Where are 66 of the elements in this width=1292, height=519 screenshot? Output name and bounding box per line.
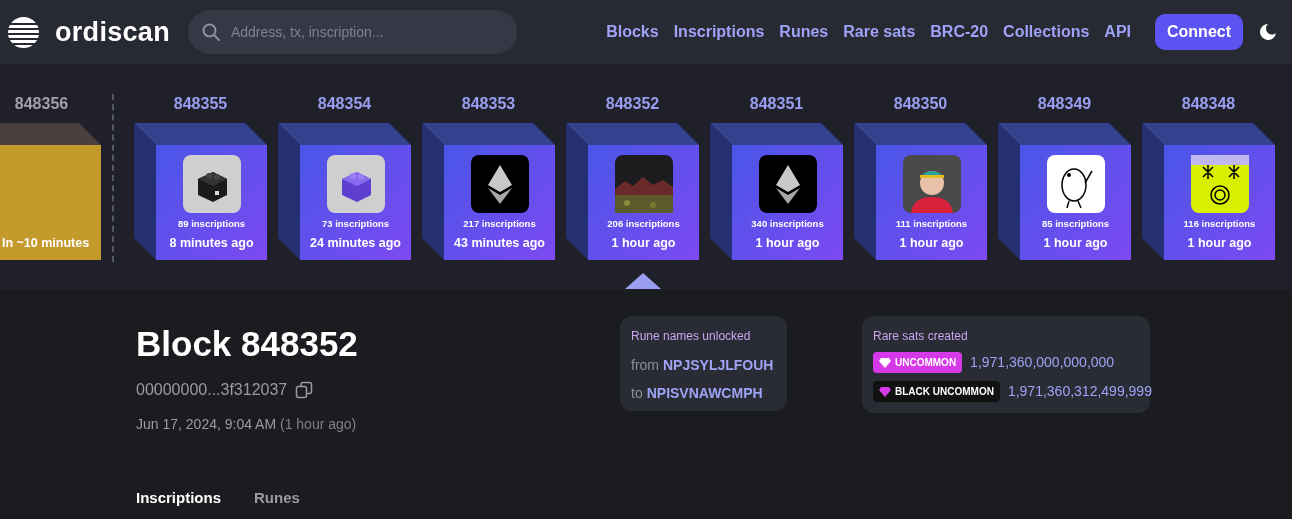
inscription-count: 89 inscriptions [176, 218, 247, 230]
inscription-count: 116 inscriptions [1182, 218, 1257, 230]
inscription-count: 85 inscriptions [1040, 218, 1111, 230]
block-face[interactable]: 116 inscriptions 1 hour ago [1164, 145, 1275, 260]
block-title: Block 848352 [136, 324, 359, 364]
sat-amount: 1,971,360,312,499,999 [1007, 382, 1152, 401]
inscription-count: 73 inscriptions [320, 218, 391, 230]
block-face[interactable]: 206 inscriptions 1 hour ago [588, 145, 699, 260]
rune-name-link[interactable]: NPJSYLJLFOUH [663, 355, 774, 376]
card-title: Rare sats created [873, 328, 969, 345]
block-time: 1 hour ago [1042, 236, 1109, 251]
block-number[interactable]: 848348 [1142, 94, 1275, 114]
copy-icon[interactable] [295, 381, 314, 399]
block-number[interactable]: 848351 [710, 94, 843, 114]
diamond-icon [879, 386, 891, 397]
nav-link[interactable]: Blocks [606, 20, 659, 44]
block-face[interactable]: 85 inscriptions 1 hour ago [1020, 145, 1131, 260]
logo-text[interactable]: ordiscan [55, 11, 170, 53]
block-face[interactable]: 340 inscriptions 1 hour ago [732, 145, 843, 260]
search-field[interactable]: Address, tx, inscription... [187, 10, 517, 54]
nav-link[interactable]: Inscriptions [673, 20, 765, 44]
rarity-badge: UNCOMMON [873, 352, 963, 373]
block-face[interactable]: 73 inscriptions 24 minutes ago [300, 145, 411, 260]
block-number[interactable]: 848350 [854, 94, 987, 114]
block-time: In ~10 minutes [0, 236, 91, 251]
block-number[interactable]: 848356 [0, 94, 101, 114]
block-number[interactable]: 848355 [134, 94, 267, 114]
block-number[interactable]: 848352 [566, 94, 699, 114]
block-number[interactable]: 848353 [422, 94, 555, 114]
block-face[interactable]: 111 inscriptions 1 hour ago [876, 145, 987, 260]
inscription-count: 206 inscriptions [606, 218, 681, 230]
block-time: 1 hour ago [898, 236, 965, 251]
inscription-count: 217 inscriptions [462, 218, 537, 230]
rune-label: from [631, 356, 659, 375]
block-time: 24 minutes ago [309, 236, 402, 251]
block-time: 8 minutes ago [168, 236, 255, 251]
block-time: 43 minutes ago [453, 236, 546, 251]
selected-pointer [625, 273, 661, 289]
tab[interactable]: Runes [254, 487, 300, 519]
inscription-count: 340 inscriptions [750, 218, 825, 230]
rarity-badge: BLACK UNCOMMON [873, 381, 1000, 402]
block-hash: 00000000...3f312037 [136, 380, 288, 400]
tab[interactable]: Inscriptions [136, 487, 221, 519]
rune-label: to [631, 384, 643, 403]
search-icon [201, 23, 220, 41]
block-number[interactable]: 848349 [998, 94, 1131, 114]
nav-link[interactable]: Collections [1003, 20, 1090, 44]
block-time: 1 hour ago [1186, 236, 1253, 251]
block-date: Jun 17, 2024, 9:04 AM (1 hour ago) [136, 415, 358, 434]
block-face[interactable]: 89 inscriptions 8 minutes ago [156, 145, 267, 260]
inscription-count: 111 inscriptions [894, 218, 969, 230]
nav-link[interactable]: BRC-20 [930, 20, 989, 44]
diamond-icon [879, 357, 891, 368]
card-title: Rune names unlocked [631, 328, 752, 345]
connect-button[interactable]: Connect [1155, 14, 1243, 50]
moon-icon[interactable] [1259, 23, 1277, 41]
block-time: 1 hour ago [610, 236, 677, 251]
nav-link[interactable]: Rare sats [843, 20, 916, 44]
block-number[interactable]: 848354 [278, 94, 411, 114]
sat-amount: 1,971,360,000,000,000 [970, 353, 1115, 372]
nav-link[interactable]: API [1104, 20, 1131, 44]
nav-link[interactable]: Runes [779, 20, 829, 44]
logo-icon[interactable] [8, 16, 39, 48]
block-time: 1 hour ago [754, 236, 821, 251]
rune-name-link[interactable]: NPISVNAWCMPH [646, 383, 763, 404]
block-face[interactable]: 217 inscriptions 43 minutes ago [444, 145, 555, 260]
